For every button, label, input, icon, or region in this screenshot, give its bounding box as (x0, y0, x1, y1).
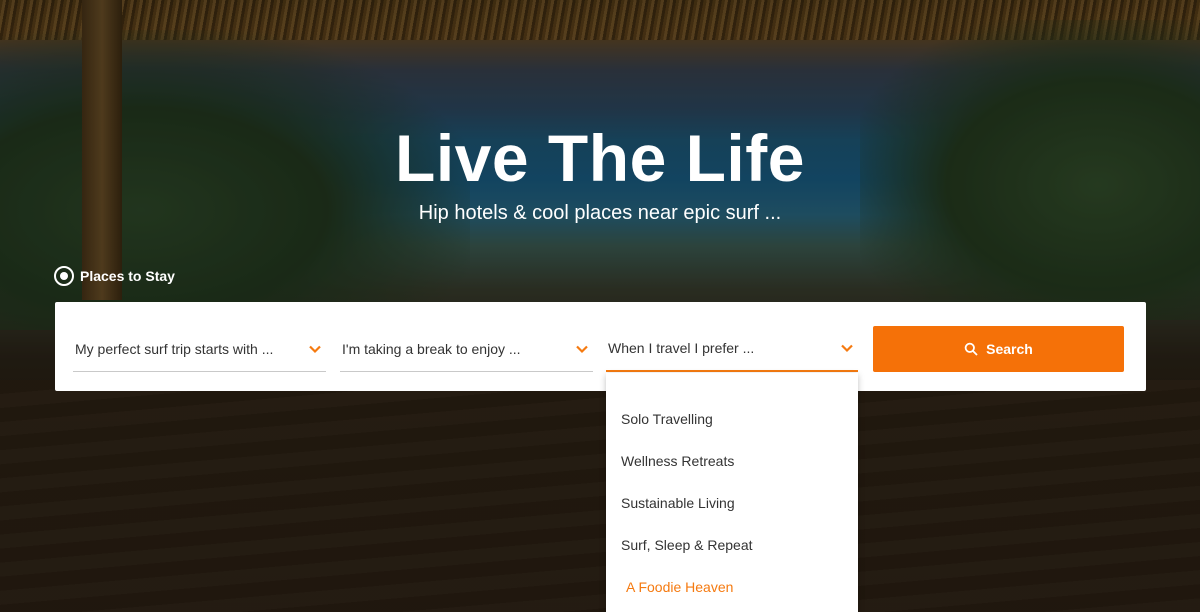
select-break-enjoy[interactable]: I'm taking a break to enjoy ... (340, 326, 593, 372)
select-travel-prefer[interactable]: When I travel I prefer ... (606, 326, 858, 372)
search-button[interactable]: Search (873, 326, 1124, 372)
select-label: I'm taking a break to enjoy ... (342, 340, 521, 357)
search-panel: My perfect surf trip starts with ... I'm… (55, 302, 1146, 391)
dropdown-option[interactable]: Sustainable Living (621, 495, 735, 511)
dropdown-option-highlighted[interactable]: A Foodie Heaven (626, 579, 733, 595)
tab-label: Places to Stay (80, 268, 175, 284)
chevron-down-icon (576, 345, 588, 353)
select-label: When I travel I prefer ... (608, 340, 755, 356)
chevron-down-icon (309, 345, 321, 353)
hero-headline: Live The Life (395, 121, 805, 195)
chevron-down-icon (841, 344, 853, 353)
select-label: My perfect surf trip starts with ... (75, 340, 274, 357)
tab-places-to-stay[interactable]: Places to Stay (54, 266, 175, 286)
travel-prefer-dropdown: Solo Travelling Wellness Retreats Sustai… (606, 373, 858, 612)
search-button-label: Search (986, 341, 1033, 357)
dropdown-option[interactable]: Solo Travelling (621, 411, 713, 427)
hero-subline: Hip hotels & cool places near epic surf … (418, 202, 782, 224)
dropdown-option[interactable]: Surf, Sleep & Repeat (621, 537, 753, 553)
dropdown-option[interactable]: Wellness Retreats (621, 453, 734, 469)
radio-selected-icon (54, 266, 74, 286)
search-icon (964, 342, 978, 356)
select-surf-trip[interactable]: My perfect surf trip starts with ... (73, 326, 326, 372)
